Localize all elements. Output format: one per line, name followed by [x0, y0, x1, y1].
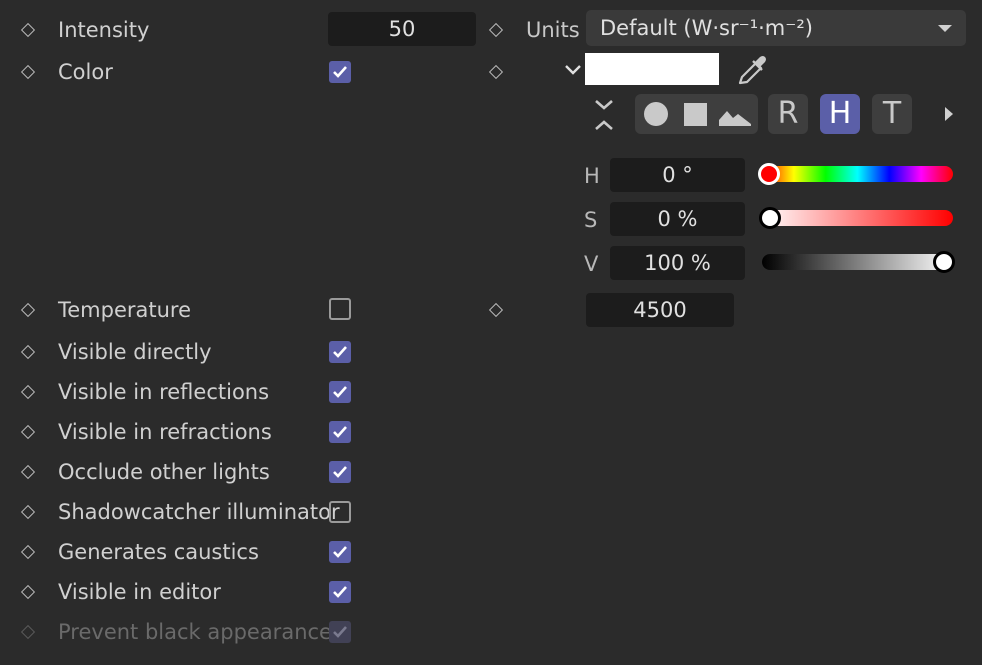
units-dropdown[interactable]: Default (W·sr⁻¹·m⁻²) [586, 10, 966, 46]
keyframe-icon[interactable] [488, 64, 504, 80]
value-label: V [584, 252, 599, 276]
prevent-black-appearance-label: Prevent black appearance [58, 620, 332, 644]
keyframe-icon[interactable] [20, 584, 36, 600]
value-field[interactable]: 100 % [610, 246, 745, 280]
hue-slider[interactable] [762, 166, 953, 182]
color-checkbox[interactable] [329, 61, 351, 83]
color-swatch[interactable] [585, 53, 719, 85]
prevent-black-appearance-checkbox [329, 621, 351, 643]
temperature-label: Temperature [58, 298, 192, 322]
units-label: Units [526, 18, 580, 42]
keyframe-icon [20, 624, 36, 640]
saturation-label: S [584, 208, 598, 232]
keyframe-icon[interactable] [20, 424, 36, 440]
generates-caustics-checkbox[interactable] [329, 541, 351, 563]
color-label: Color [58, 60, 113, 84]
shadowcatcher-illuminator-label: Shadowcatcher illuminator [58, 500, 340, 524]
visible-in-editor-label: Visible in editor [58, 580, 221, 604]
mode-t-button[interactable]: T [872, 94, 912, 134]
temperature-checkbox[interactable] [329, 298, 351, 320]
generates-caustics-label: Generates caustics [58, 540, 259, 564]
units-value: Default (W·sr⁻¹·m⁻²) [600, 16, 813, 40]
shadowcatcher-illuminator-checkbox[interactable] [329, 501, 351, 523]
hue-field[interactable]: 0 ° [610, 158, 745, 192]
eyedropper-icon[interactable] [736, 54, 770, 86]
value-slider[interactable] [762, 254, 953, 270]
keyframe-icon[interactable] [20, 464, 36, 480]
visible-directly-label: Visible directly [58, 340, 212, 364]
picker-mode-group [635, 94, 758, 134]
value-slider-knob[interactable] [933, 251, 955, 273]
mode-r-button[interactable]: R [768, 94, 808, 134]
dropdown-arrow-icon [938, 25, 952, 32]
visible-in-reflections-label: Visible in reflections [58, 380, 270, 404]
square-icon[interactable] [684, 103, 707, 126]
intensity-label: Intensity [58, 18, 150, 42]
keyframe-icon[interactable] [20, 22, 36, 38]
visible-in-reflections-checkbox[interactable] [329, 381, 351, 403]
visible-in-editor-checkbox[interactable] [329, 581, 351, 603]
saturation-slider-knob[interactable] [759, 207, 781, 229]
saturation-slider[interactable] [762, 210, 953, 226]
keyframe-icon[interactable] [488, 22, 504, 38]
intensity-field[interactable]: 50 [328, 12, 476, 46]
keyframe-icon[interactable] [20, 384, 36, 400]
keyframe-icon[interactable] [20, 504, 36, 520]
visible-in-refractions-checkbox[interactable] [329, 421, 351, 443]
wheel-icon[interactable] [644, 102, 668, 126]
keyframe-icon[interactable] [20, 64, 36, 80]
visible-directly-checkbox[interactable] [329, 341, 351, 363]
saturation-field[interactable]: 0 % [610, 202, 745, 236]
image-icon[interactable] [719, 106, 751, 126]
occlude-other-lights-checkbox[interactable] [329, 461, 351, 483]
collapse-expand-icon[interactable] [593, 98, 615, 132]
mode-h-button[interactable]: H [820, 94, 860, 134]
keyframe-icon[interactable] [488, 302, 504, 318]
hue-slider-knob[interactable] [758, 163, 780, 185]
keyframe-icon[interactable] [20, 302, 36, 318]
chevron-down-icon[interactable] [564, 64, 582, 76]
occlude-other-lights-label: Occlude other lights [58, 460, 270, 484]
visible-in-refractions-label: Visible in refractions [58, 420, 272, 444]
keyframe-icon[interactable] [20, 344, 36, 360]
hue-label: H [584, 164, 600, 188]
triangle-right-icon[interactable] [945, 107, 953, 121]
temperature-field[interactable]: 4500 [586, 293, 734, 327]
keyframe-icon[interactable] [20, 544, 36, 560]
